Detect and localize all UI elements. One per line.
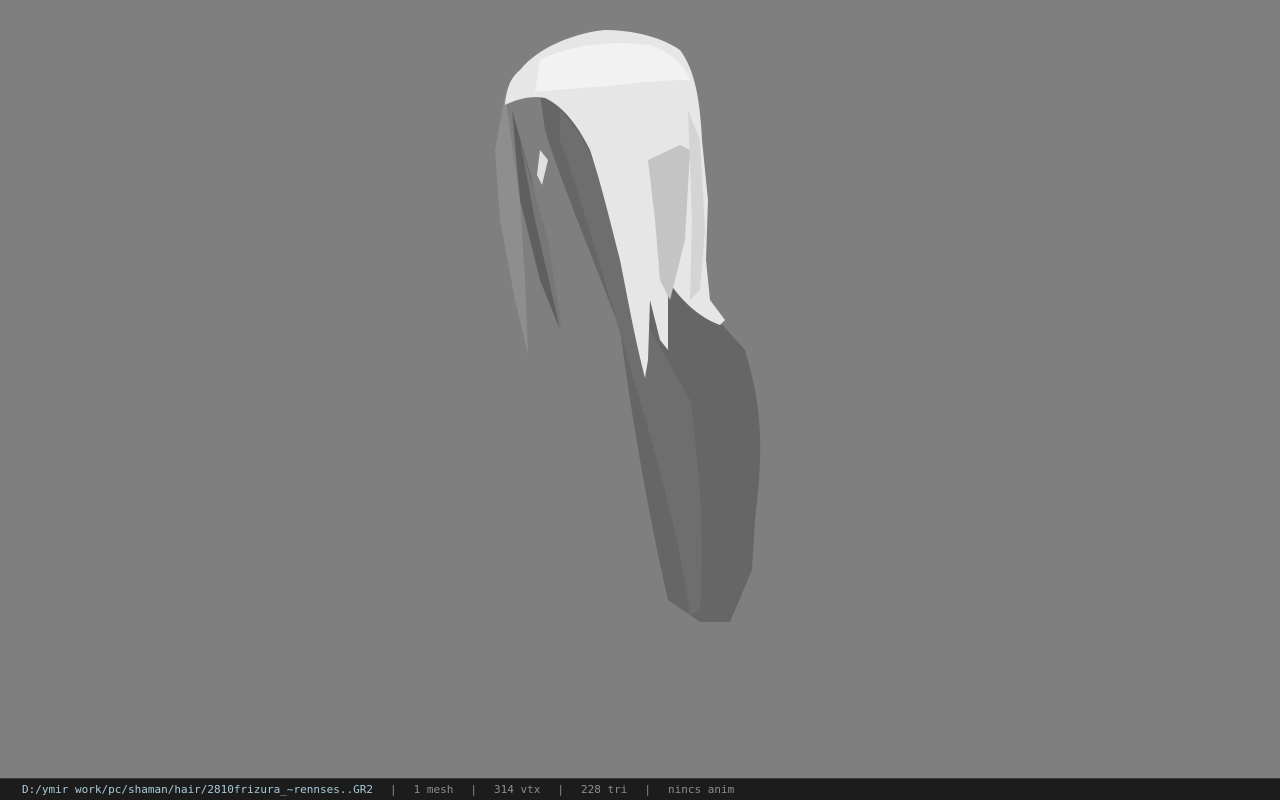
vertex-count: 314 vtx [494,783,541,796]
status-bar: D:/ymir work/pc/shaman/hair/2810frizura_… [0,778,1280,800]
model-viewport[interactable] [0,0,1280,778]
hair-model [495,30,761,622]
separator: | [390,783,397,796]
file-path: D:/ymir work/pc/shaman/hair/2810frizura_… [22,783,373,796]
anim-status: nincs anim [667,783,735,796]
separator: | [557,783,564,796]
separator: | [470,783,477,796]
separator: | [644,783,651,796]
hair-front-shade [537,150,548,185]
hair-left-strand [495,95,528,355]
triangle-count: 228 tri [580,783,628,796]
mesh-count: 1 mesh [413,783,454,796]
